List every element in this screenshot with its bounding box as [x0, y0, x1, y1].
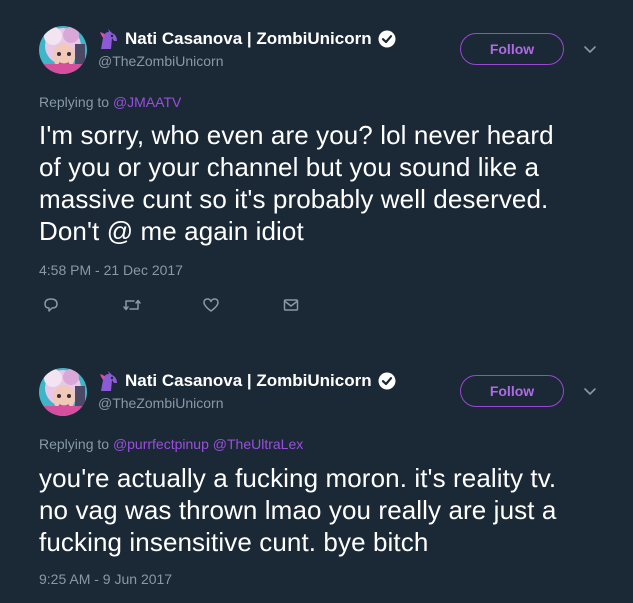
like-icon[interactable]	[202, 296, 220, 314]
message-icon[interactable]	[282, 296, 300, 314]
tweet-text-line: fucking insensitive cunt. bye bitch	[39, 527, 429, 557]
replying-to: Replying to @purrfectpinup @TheUltraLex	[39, 436, 303, 452]
avatar[interactable]	[39, 368, 87, 416]
tweet: Nati Casanova | ZombiUnicorn @TheZombiUn…	[0, 0, 633, 340]
mention-link[interactable]: @TheUltraLex	[213, 436, 303, 452]
author-name: Nati Casanova | ZombiUnicorn	[125, 371, 372, 390]
tweet-text-line: of you or your channel but you sound lik…	[39, 152, 540, 182]
mention-link[interactable]: @JMAATV	[113, 94, 181, 110]
retweet-icon[interactable]	[122, 296, 142, 314]
tweet: Nati Casanova | ZombiUnicorn @TheZombiUn…	[0, 340, 633, 603]
verified-icon	[378, 372, 396, 390]
replying-prefix: Replying to	[39, 436, 110, 452]
tweet-text: I'm sorry, who even are you? lol never h…	[39, 119, 609, 247]
replying-prefix: Replying to	[39, 94, 110, 110]
tweet-text-line: I'm sorry, who even are you? lol never h…	[39, 120, 554, 150]
avatar[interactable]	[39, 26, 87, 74]
author-name: Nati Casanova | ZombiUnicorn	[125, 29, 372, 48]
timestamp[interactable]: 9:25 AM - 9 Jun 2017	[39, 571, 172, 587]
follow-button[interactable]: Follow	[460, 375, 564, 407]
chevron-down-icon[interactable]	[583, 42, 597, 56]
tweet-text-line: massive cunt so it's probably well deser…	[39, 184, 549, 214]
tweet-text-line: you're actually a fucking moron. it's re…	[39, 463, 557, 493]
unicorn-icon	[98, 371, 120, 391]
replying-to: Replying to @JMAATV	[39, 94, 181, 110]
reply-icon[interactable]	[42, 296, 60, 314]
tweet-text: you're actually a fucking moron. it's re…	[39, 462, 609, 558]
verified-icon	[378, 30, 396, 48]
author-name-row[interactable]: Nati Casanova | ZombiUnicorn	[98, 28, 396, 50]
timestamp[interactable]: 4:58 PM - 21 Dec 2017	[39, 262, 183, 278]
author-name-row[interactable]: Nati Casanova | ZombiUnicorn	[98, 370, 396, 392]
tweet-text-line: no vag was thrown lmao you really are ju…	[39, 495, 557, 525]
tweet-text-line: Don't @ me again idiot	[39, 216, 304, 246]
mention-link[interactable]: @purrfectpinup	[113, 436, 209, 452]
unicorn-icon	[98, 29, 120, 49]
author-handle[interactable]: @TheZombiUnicorn	[98, 395, 223, 411]
author-handle[interactable]: @TheZombiUnicorn	[98, 53, 223, 69]
chevron-down-icon[interactable]	[583, 384, 597, 398]
follow-button[interactable]: Follow	[460, 33, 564, 65]
